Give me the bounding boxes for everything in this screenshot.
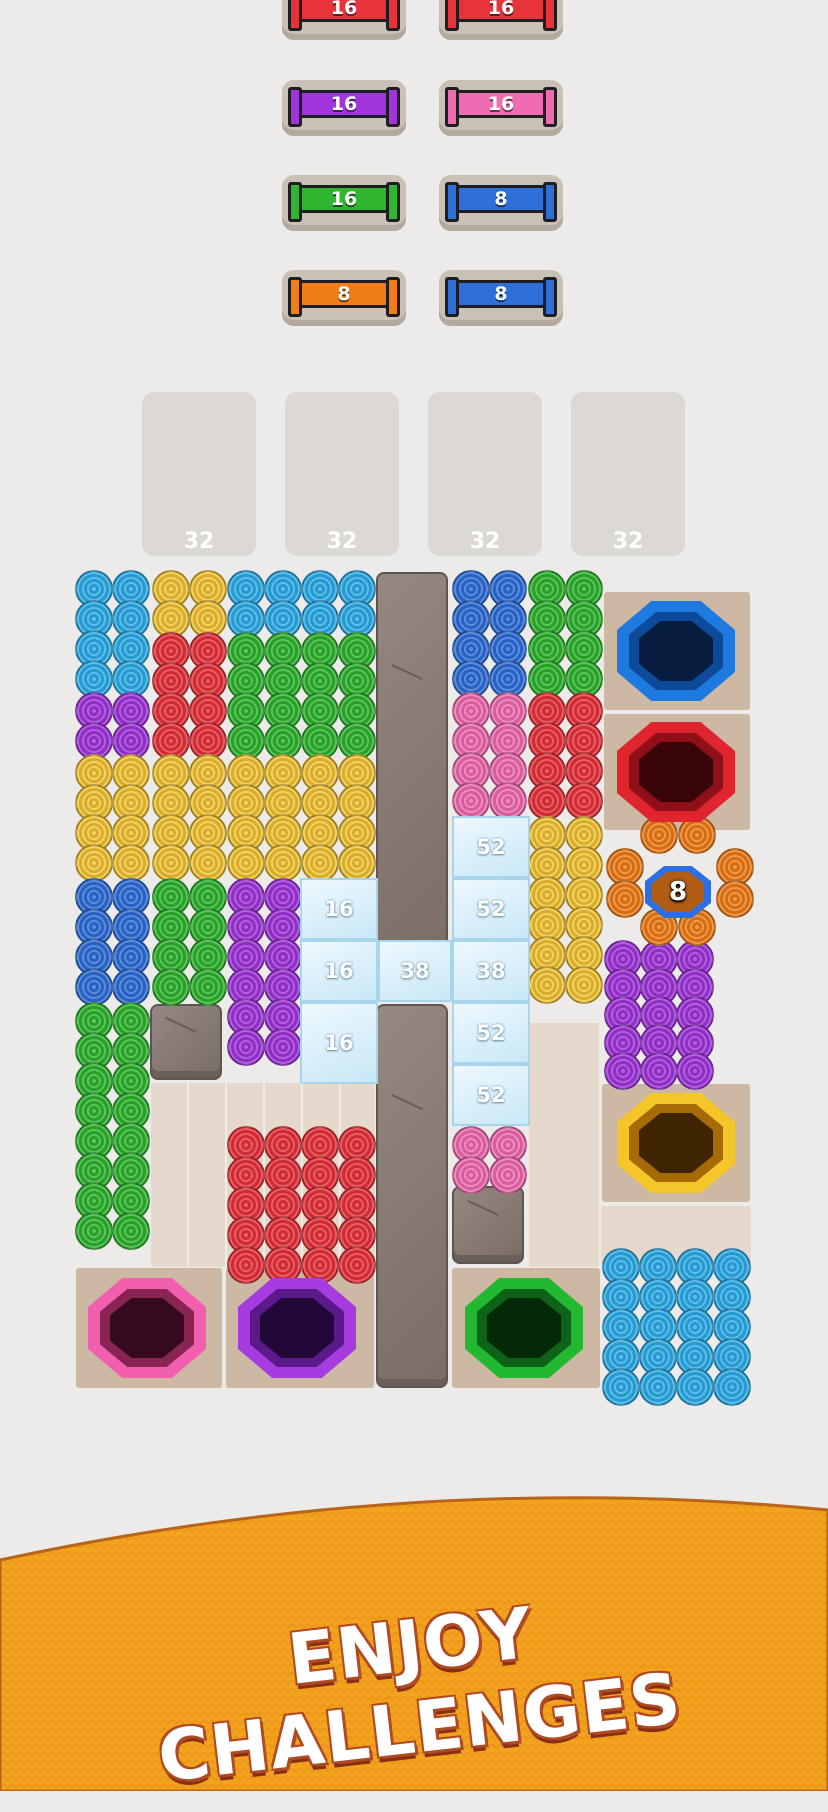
yarn-ball-yellow[interactable] <box>189 844 227 882</box>
yarn-ball-pink[interactable] <box>452 1156 490 1194</box>
ice-block[interactable]: 52 <box>452 1064 530 1126</box>
yarn-ball-yellow[interactable] <box>301 844 339 882</box>
yarn-ball-pink[interactable] <box>489 1156 527 1194</box>
yarn-ball-green[interactable] <box>189 968 227 1006</box>
game-board: 52 16 52 16 38 38 16 52 52 8 <box>0 0 828 1406</box>
yarn-ball-yellow[interactable] <box>112 844 150 882</box>
yarn-ball-red[interactable] <box>528 782 566 820</box>
yarn-ball-yellow[interactable] <box>565 966 603 1004</box>
yarn-ball-yellow[interactable] <box>264 844 302 882</box>
rock-column-block <box>376 572 448 964</box>
yarn-ball-orange[interactable] <box>606 880 644 918</box>
ice-block[interactable]: 38 <box>378 940 452 1002</box>
yarn-ball-yellow[interactable] <box>75 844 113 882</box>
ice-block[interactable]: 52 <box>452 1002 530 1064</box>
yarn-ball-cyan[interactable] <box>713 1368 751 1406</box>
rock-column-block <box>376 1004 448 1388</box>
hole-purple[interactable] <box>238 1278 356 1378</box>
yarn-ball-purple[interactable] <box>640 1052 678 1090</box>
yarn-ball-red[interactable] <box>565 782 603 820</box>
yarn-ball-orange[interactable] <box>716 880 754 918</box>
ice-block[interactable]: 52 <box>452 816 530 878</box>
yarn-ball-pink[interactable] <box>489 782 527 820</box>
hole-yellow[interactable] <box>617 1093 735 1193</box>
yarn-ball-blue[interactable] <box>75 968 113 1006</box>
yarn-ball-pink[interactable] <box>452 782 490 820</box>
floor-tile <box>528 1022 600 1268</box>
yarn-ball-green[interactable] <box>112 1212 150 1250</box>
yarn-ball-red[interactable] <box>338 1246 376 1284</box>
yarn-ball-red[interactable] <box>227 1246 265 1284</box>
yarn-ball-green[interactable] <box>75 1212 113 1250</box>
orange-stack-counter: 8 <box>645 866 711 918</box>
yarn-ball-blue[interactable] <box>112 968 150 1006</box>
ice-block[interactable]: 38 <box>452 940 530 1002</box>
rock-block <box>150 1004 222 1080</box>
hole-red[interactable] <box>617 722 735 822</box>
yarn-ball-green[interactable] <box>152 968 190 1006</box>
ice-block[interactable]: 16 <box>300 940 378 1002</box>
hole-pink[interactable] <box>88 1278 206 1378</box>
hole-blue[interactable] <box>617 601 735 701</box>
yarn-ball-yellow[interactable] <box>152 844 190 882</box>
yarn-ball-purple[interactable] <box>604 1052 642 1090</box>
yarn-ball-cyan[interactable] <box>639 1368 677 1406</box>
yarn-ball-cyan[interactable] <box>676 1368 714 1406</box>
yarn-ball-cyan[interactable] <box>602 1368 640 1406</box>
ice-block[interactable]: 16 <box>300 1002 378 1084</box>
yarn-ball-purple[interactable] <box>264 1028 302 1066</box>
ice-block[interactable]: 16 <box>300 878 378 940</box>
yarn-ball-purple[interactable] <box>227 1028 265 1066</box>
yarn-ball-purple[interactable] <box>676 1052 714 1090</box>
orange-stack-count: 8 <box>652 872 704 912</box>
hole-green[interactable] <box>465 1278 583 1378</box>
yarn-ball-yellow[interactable] <box>338 844 376 882</box>
ice-block[interactable]: 52 <box>452 878 530 940</box>
rock-block <box>452 1186 524 1264</box>
yarn-ball-yellow[interactable] <box>528 966 566 1004</box>
yarn-ball-yellow[interactable] <box>227 844 265 882</box>
